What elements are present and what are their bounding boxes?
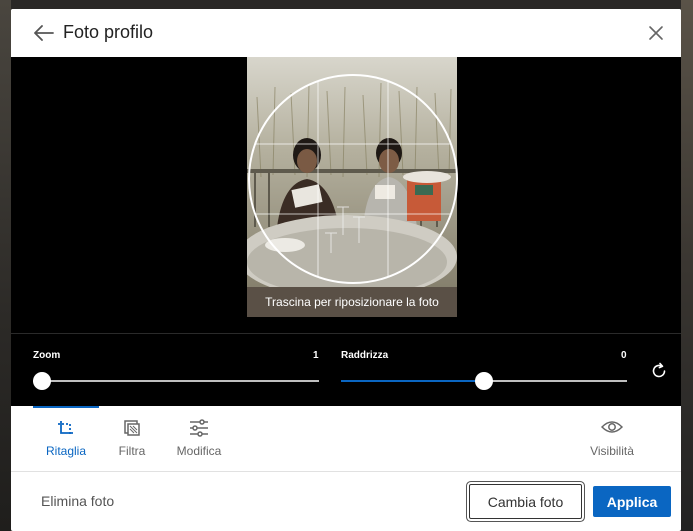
zoom-slider-thumb[interactable] [33, 372, 51, 390]
tab-visibility-label: Visibilità [590, 444, 634, 458]
photo-editor: Trascina per riposizionare la foto Zoom … [11, 57, 681, 406]
eye-icon [601, 421, 623, 433]
adjust-icon [190, 419, 208, 437]
tab-filter-label: Filtra [118, 444, 146, 458]
straighten-label: Raddrizza [341, 350, 389, 361]
apply-button[interactable]: Applica [593, 486, 671, 517]
editor-tabs: Ritaglia Filtra Modifica Visibilità [11, 406, 681, 472]
page-backdrop-left [0, 0, 11, 531]
close-button[interactable] [643, 20, 669, 46]
close-icon [649, 26, 663, 40]
editor-divider [11, 333, 681, 334]
page-backdrop-right [681, 0, 693, 531]
modal-header: Foto profilo [11, 9, 681, 57]
zoom-label: Zoom [33, 350, 61, 361]
back-button[interactable] [31, 21, 57, 45]
zoom-value: 1 [313, 350, 319, 361]
straighten-value: 0 [621, 350, 627, 361]
drag-hint: Trascina per riposizionare la foto [265, 295, 439, 309]
tab-filter[interactable]: Filtra [107, 406, 157, 472]
reset-rotation-button[interactable] [647, 359, 671, 383]
change-photo-button[interactable]: Cambia foto [467, 482, 584, 521]
footer-divider [11, 471, 681, 472]
modal-title: Foto profilo [63, 22, 154, 42]
straighten-track-fill [341, 380, 484, 382]
filter-icon [124, 420, 140, 436]
arrow-left-icon [34, 25, 54, 41]
profile-photo-modal: Foto profilo Trascina per riposizionare … [11, 9, 681, 531]
tab-adjust[interactable]: Modifica [169, 406, 229, 472]
crop-icon [58, 421, 73, 436]
tab-visibility[interactable]: Visibilità [581, 406, 643, 472]
tab-adjust-label: Modifica [176, 444, 222, 458]
tab-crop[interactable]: Ritaglia [33, 406, 99, 472]
tab-crop-label: Ritaglia [45, 444, 87, 458]
change-photo-label: Cambia foto [487, 493, 564, 510]
delete-photo-button[interactable]: Elimina foto [41, 493, 114, 509]
crop-grid [248, 74, 458, 284]
zoom-track[interactable] [33, 380, 319, 382]
straighten-slider-thumb[interactable] [475, 372, 493, 390]
apply-label: Applica [606, 493, 658, 510]
rotate-reset-icon [652, 362, 666, 378]
